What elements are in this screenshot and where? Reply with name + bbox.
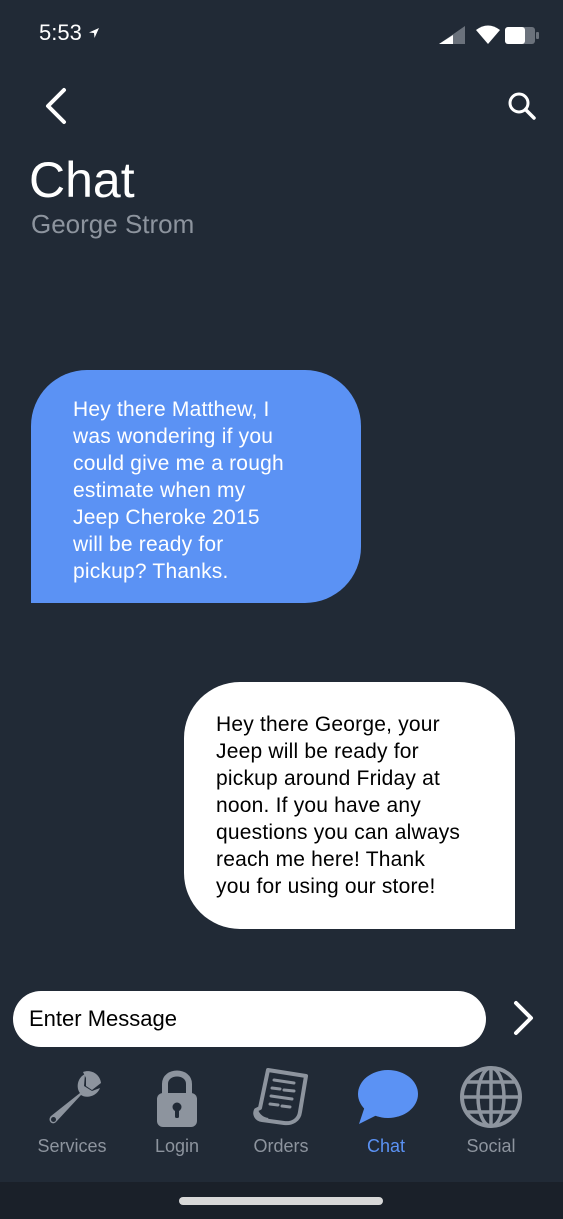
tab-login[interactable]: Login (125, 1060, 229, 1160)
home-indicator[interactable] (179, 1197, 383, 1205)
lock-icon (157, 1070, 197, 1127)
message-line: will be ready for (73, 533, 224, 556)
receipt-icon (253, 1068, 308, 1126)
search-icon (508, 92, 536, 120)
message-line: Jeep will be ready for (216, 740, 419, 763)
globe-icon (460, 1066, 522, 1128)
page-title: Chat (29, 152, 135, 208)
tab-label: Chat (366, 1136, 406, 1156)
message-line: Jeep Cheroke 2015 (73, 506, 260, 529)
message-line: pickup? Thanks. (73, 560, 229, 583)
status-icons (439, 25, 539, 44)
tab-label: Services (37, 1136, 107, 1156)
tab-services[interactable]: Services (20, 1060, 124, 1160)
location-arrow-icon (89, 28, 99, 38)
tab-chat[interactable]: Chat (334, 1060, 438, 1160)
message-line: questions you can always (216, 821, 461, 844)
wifi-icon (476, 25, 500, 44)
chevron-left-icon (46, 88, 66, 124)
send-button[interactable] (505, 997, 541, 1039)
search-button[interactable] (504, 88, 540, 124)
message-input[interactable] (13, 991, 486, 1047)
tab-orders[interactable]: Orders (229, 1060, 333, 1160)
chat-screen: 5:53 Chat George Strom Hey there Matthew… (0, 0, 563, 1219)
chevron-right-icon (514, 1001, 533, 1035)
outgoing-message-bubble: Hey there George, your Jeep will be read… (184, 682, 515, 929)
battery-icon (505, 27, 539, 44)
message-line: you for using our store! (216, 875, 436, 898)
tab-label: Social (466, 1136, 516, 1156)
message-line: Hey there George, your (216, 713, 440, 736)
message-line: pickup around Friday at (216, 767, 441, 790)
cellular-signal-icon (439, 26, 465, 44)
message-line: estimate when my (73, 479, 246, 502)
contact-name: George Strom (31, 209, 195, 239)
message-line: could give me a rough (73, 452, 284, 475)
message-line: was wondering if you (73, 425, 274, 448)
tab-social[interactable]: Social (439, 1060, 543, 1160)
status-time: 5:53 (39, 20, 82, 45)
incoming-message-bubble: Hey there Matthew, I was wondering if yo… (31, 370, 361, 603)
chat-bubble-icon (358, 1070, 418, 1124)
tab-label: Login (154, 1136, 200, 1156)
message-line: reach me here! Thank (216, 848, 426, 871)
tab-label: Orders (253, 1136, 309, 1156)
message-line: noon. If you have any (216, 794, 422, 817)
back-button[interactable] (38, 86, 78, 126)
message-line: Hey there Matthew, I (73, 398, 270, 421)
wrench-icon (49, 1071, 101, 1124)
